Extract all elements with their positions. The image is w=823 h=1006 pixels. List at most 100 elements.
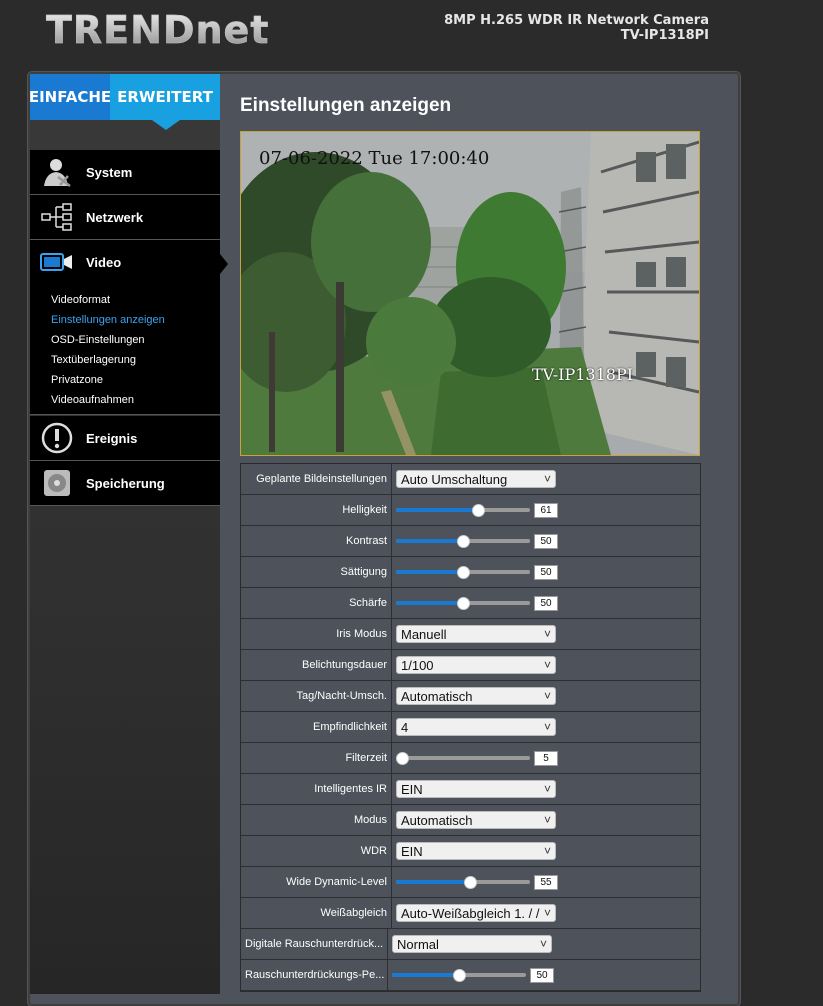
chevron-down-icon: ˅ [543, 720, 551, 734]
setting-dropdown[interactable]: Automatisch ˅ [396, 811, 556, 829]
chevron-down-icon: ˅ [543, 472, 551, 486]
settings-row: Tag/Nacht-Umsch. Automatisch ˅ [241, 681, 700, 712]
setting-slider[interactable] [396, 535, 530, 548]
chevron-down-icon: ˅ [543, 844, 551, 858]
slider-value-input[interactable]: 50 [534, 595, 558, 611]
setting-dropdown[interactable]: Normal ˅ [392, 935, 552, 953]
setting-slider[interactable] [396, 504, 530, 517]
subnav-display-settings[interactable]: Einstellungen anzeigen [51, 314, 165, 326]
setting-slider[interactable] [396, 566, 530, 579]
setting-dropdown[interactable]: Auto Umschaltung ˅ [396, 470, 556, 488]
dropdown-value: EIN [401, 781, 423, 797]
chevron-down-icon: ˅ [543, 689, 551, 703]
setting-value-cell: 55 [392, 867, 700, 897]
slider-knob[interactable] [457, 566, 470, 579]
slider-value-input[interactable]: 5 [534, 750, 558, 766]
sidebar-item-system[interactable]: System [30, 150, 220, 195]
slider-value-input[interactable]: 50 [530, 967, 554, 983]
slider-fill [392, 973, 459, 977]
slider-value-input[interactable]: 55 [534, 874, 558, 890]
setting-value-cell: 50 [392, 557, 700, 587]
setting-dropdown[interactable]: EIN ˅ [396, 780, 556, 798]
camera-scene [241, 132, 699, 455]
setting-label: Kontrast [241, 526, 392, 556]
settings-row: Weißabgleich Auto-Weißabgleich 1. / / ˅ [241, 898, 700, 929]
setting-value-cell: 50 [392, 526, 700, 556]
setting-dropdown[interactable]: Auto-Weißabgleich 1. / / ˅ [396, 904, 556, 922]
sidebar-label-system: System [86, 164, 133, 180]
slider-value-input[interactable]: 61 [534, 502, 558, 518]
setting-value-cell: 4 ˅ [392, 712, 700, 742]
slider-fill [396, 601, 463, 605]
setting-slider[interactable] [396, 597, 530, 610]
setting-label: Belichtungsdauer [241, 650, 392, 680]
sidebar-item-storage[interactable]: Speicherung [30, 461, 220, 506]
setting-value-cell: 5 [392, 743, 700, 773]
dropdown-value: Automatisch [401, 688, 473, 704]
slider-knob[interactable] [471, 504, 485, 517]
mode-tabs: EINFACHE ERWEITERT [29, 74, 220, 130]
sidebar-label-video: Video [86, 254, 122, 270]
setting-label: Tag/Nacht-Umsch. [241, 681, 392, 711]
setting-value-cell: EIN ˅ [392, 774, 700, 804]
setting-slider[interactable] [392, 969, 526, 982]
setting-dropdown[interactable]: Manuell ˅ [396, 625, 556, 643]
setting-dropdown[interactable]: EIN ˅ [396, 842, 556, 860]
settings-row: Geplante Bildeinstellungen Auto Umschaltu… [241, 464, 700, 495]
setting-dropdown[interactable]: 1/100 ˅ [396, 656, 556, 674]
dropdown-value: Auto Umschaltung [401, 471, 508, 487]
settings-row: Sättigung 50 [241, 557, 700, 588]
settings-row: Intelligentes IR EIN ˅ [241, 774, 700, 805]
tab-simple[interactable]: EINFACHE [29, 74, 111, 120]
setting-dropdown[interactable]: Automatisch ˅ [396, 687, 556, 705]
setting-label: Helligkeit [241, 495, 392, 525]
chevron-down-icon: ˅ [543, 782, 551, 796]
setting-label: Weißabgleich [241, 898, 392, 928]
sidebar-label-event: Ereignis [86, 430, 138, 446]
setting-slider[interactable] [396, 752, 530, 765]
subnav-osd-settings[interactable]: OSD-Einstellungen [51, 334, 145, 346]
setting-value-cell: EIN ˅ [392, 836, 700, 866]
setting-label: Intelligentes IR [241, 774, 392, 804]
admin-person-icon [40, 157, 74, 187]
trendnet-logo: TRENDnet [46, 8, 270, 53]
settings-row: Helligkeit 61 [241, 495, 700, 526]
slider-value-input[interactable]: 50 [534, 533, 558, 549]
sidebar-item-video[interactable]: Video Videoformat Einstellungen anzeigen… [30, 240, 228, 415]
setting-label: Empfindlichkeit [241, 712, 392, 742]
alert-icon [40, 422, 74, 454]
subnav-privacy-zone[interactable]: Privatzone [51, 374, 103, 386]
slider-fill [396, 508, 478, 512]
settings-row: Belichtungsdauer 1/100 ˅ [241, 650, 700, 681]
setting-dropdown[interactable]: 4 ˅ [396, 718, 556, 736]
chevron-down-icon: ˅ [543, 658, 551, 672]
setting-value-cell: Automatisch ˅ [392, 805, 700, 835]
setting-value-cell: Normal ˅ [388, 929, 700, 959]
camera-preview: 07-06-2022 Tue 17:00:40 TV-IP1318PI [240, 131, 700, 456]
slider-fill [396, 539, 463, 543]
tab-advanced[interactable]: ERWEITERT [110, 74, 220, 130]
slider-knob[interactable] [457, 597, 470, 610]
setting-value-cell: Automatisch ˅ [392, 681, 700, 711]
slider-value-input[interactable]: 50 [534, 564, 558, 580]
subnav-text-overlay[interactable]: Textüberlagerung [51, 354, 136, 366]
subnav-video-recordings[interactable]: Videoaufnahmen [51, 394, 134, 406]
setting-label: Sättigung [241, 557, 392, 587]
slider-knob[interactable] [396, 752, 409, 765]
subnav-videoformat[interactable]: Videoformat [51, 294, 110, 306]
settings-row: Schärfe 50 [241, 588, 700, 619]
settings-row: Modus Automatisch ˅ [241, 805, 700, 836]
setting-label: Rauschunterdrückungs-Pe... [241, 960, 388, 990]
setting-label: Schärfe [241, 588, 392, 618]
slider-fill [396, 880, 470, 884]
settings-row: Iris Modus Manuell ˅ [241, 619, 700, 650]
setting-slider[interactable] [396, 876, 530, 889]
slider-knob[interactable] [457, 535, 470, 548]
dropdown-value: Normal [397, 936, 439, 952]
sidebar-item-event[interactable]: Ereignis [30, 416, 220, 461]
setting-value-cell: 50 [392, 588, 700, 618]
sidebar-item-network[interactable]: Netzwerk [30, 195, 220, 240]
setting-label: WDR [241, 836, 392, 866]
slider-knob[interactable] [463, 876, 477, 889]
slider-knob[interactable] [453, 969, 466, 982]
